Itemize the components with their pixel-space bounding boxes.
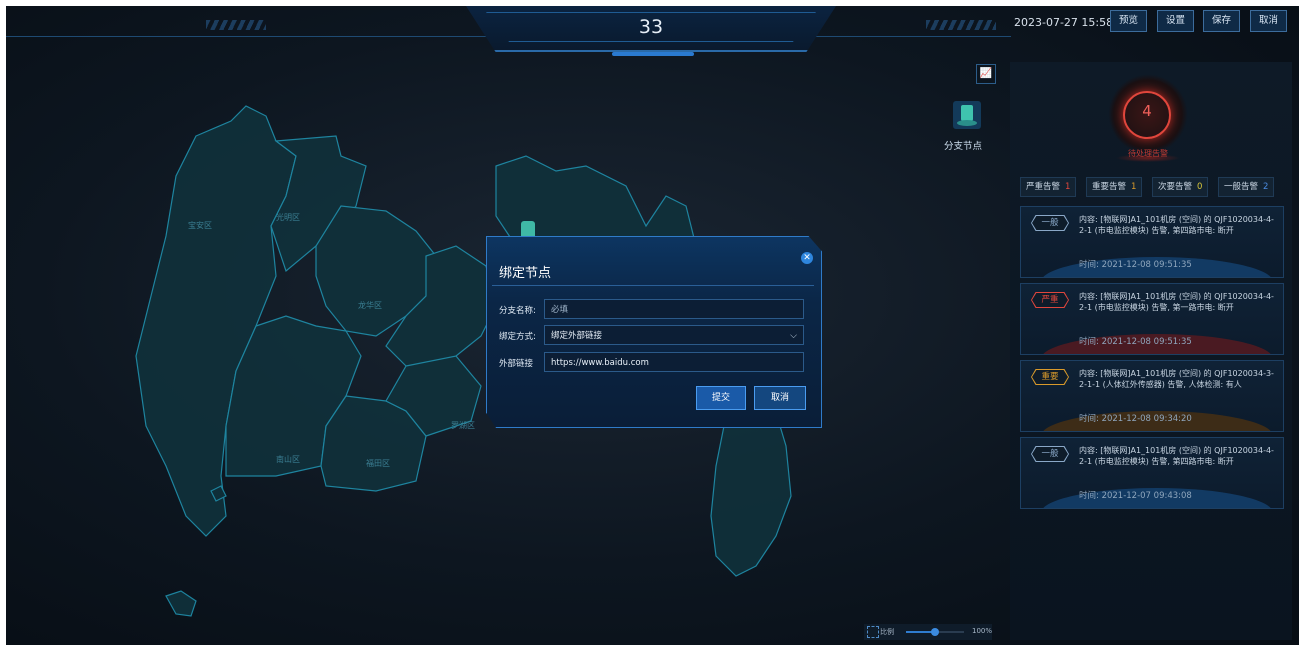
branch-node-icon[interactable] <box>951 99 983 131</box>
branch-name-input[interactable]: 必填 <box>544 299 804 319</box>
dialog-title: 绑定节点 <box>499 266 552 281</box>
dialog-cancel-button[interactable]: 取消 <box>754 386 806 410</box>
level-tag: 一般 <box>1031 446 1069 462</box>
branch-node-label: 分支节点 <box>944 141 983 152</box>
counter-general[interactable]: 一般告警 2 <box>1218 177 1275 197</box>
pending-alarm-count: 4 <box>1142 102 1152 120</box>
alarm-time: 时间: 2021-12-08 09:34:20 <box>1079 414 1192 424</box>
alarm-time: 时间: 2021-12-08 09:51:35 <box>1079 337 1192 347</box>
alarm-time: 时间: 2021-12-08 09:51:35 <box>1079 260 1192 270</box>
save-button[interactable]: 保存 <box>1203 10 1241 32</box>
fit-screen-icon[interactable] <box>867 626 879 638</box>
district-label: 南山区 <box>276 455 300 464</box>
alarm-card[interactable]: 重要 内容: [物联网]A1_101机房 (空间) 的 QJF1020034-3… <box>1020 360 1284 432</box>
alarm-time: 时间: 2021-12-07 09:43:08 <box>1079 491 1192 501</box>
zoom-label: 比例 <box>880 628 894 636</box>
zoom-slider-handle[interactable] <box>931 628 939 636</box>
district-label: 罗湖区 <box>451 421 475 430</box>
branch-name-label: 分支名称: <box>499 306 536 316</box>
header-accent-bar <box>612 52 694 56</box>
bind-method-select[interactable]: 绑定外部链接 ⌵ <box>544 325 804 345</box>
pending-alarm-label: 待处理告警 <box>1128 149 1168 158</box>
external-link-label: 外部链接 <box>499 359 534 369</box>
header-deco-right <box>926 20 996 30</box>
dialog-divider <box>492 285 814 286</box>
bind-method-label: 绑定方式: <box>499 332 536 342</box>
map-island <box>165 590 197 617</box>
preview-button[interactable]: 预览 <box>1110 10 1148 32</box>
header-deco-left <box>206 20 266 30</box>
counter-major[interactable]: 重要告警 1 <box>1086 177 1143 197</box>
page-title: 33 <box>638 16 664 38</box>
dashboard-screen: 宝安区 光明区 龙华区 南山区 福田区 罗湖区 📈 分支节点 4 待处理告警 严… <box>6 6 1299 645</box>
chart-icon[interactable]: 📈 <box>976 64 996 84</box>
alarm-card[interactable]: 严重 内容: [物联网]A1_101机房 (空间) 的 QJF1020034-4… <box>1020 283 1284 355</box>
alarm-card[interactable]: 一般 内容: [物联网]A1_101机房 (空间) 的 QJF1020034-4… <box>1020 206 1284 278</box>
alarm-content: 内容: [物联网]A1_101机房 (空间) 的 QJF1020034-4-2-… <box>1079 215 1274 235</box>
level-tag: 严重 <box>1031 292 1069 308</box>
datetime-display: 2023-07-27 15:58 <box>1014 16 1114 29</box>
external-link-input[interactable]: https://www.baidu.com <box>544 352 804 372</box>
alarm-content: 内容: [物联网]A1_101机房 (空间) 的 QJF1020034-3-2-… <box>1079 369 1274 389</box>
district-label: 龙华区 <box>358 301 382 310</box>
alarm-content: 内容: [物联网]A1_101机房 (空间) 的 QJF1020034-4-2-… <box>1079 446 1274 466</box>
close-icon[interactable]: ✕ <box>801 252 813 264</box>
level-tag: 一般 <box>1031 215 1069 231</box>
district-label: 宝安区 <box>188 221 212 230</box>
counter-critical[interactable]: 严重告警 1 <box>1020 177 1077 197</box>
alarm-card[interactable]: 一般 内容: [物联网]A1_101机房 (空间) 的 QJF1020034-4… <box>1020 437 1284 509</box>
zoom-percent: 100% <box>972 627 993 635</box>
cancel-button[interactable]: 取消 <box>1250 10 1288 32</box>
submit-button[interactable]: 提交 <box>696 386 746 410</box>
alarm-content: 内容: [物联网]A1_101机房 (空间) 的 QJF1020034-4-2-… <box>1079 292 1274 312</box>
district-label: 光明区 <box>276 213 300 222</box>
level-tag: 重要 <box>1031 369 1069 385</box>
district-label: 福田区 <box>366 459 390 468</box>
counter-minor[interactable]: 次要告警 0 <box>1152 177 1209 197</box>
chevron-down-icon: ⌵ <box>790 331 797 341</box>
settings-button[interactable]: 设置 <box>1157 10 1195 32</box>
